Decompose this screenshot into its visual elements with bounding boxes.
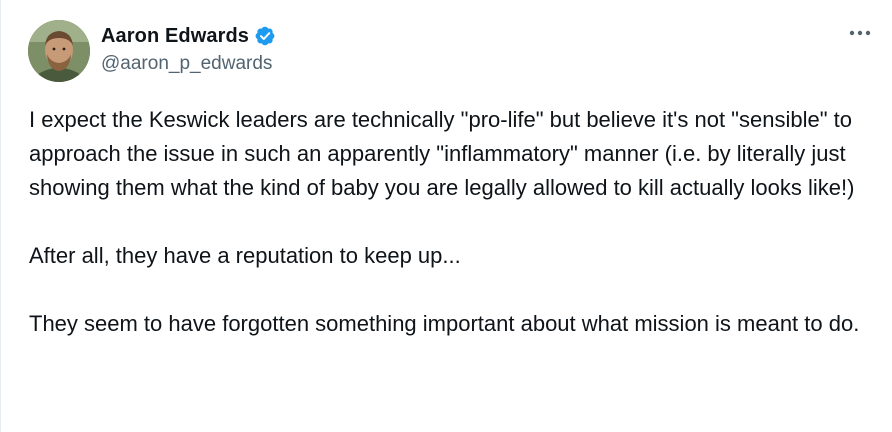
author-display-name[interactable]: Aaron Edwards bbox=[101, 25, 249, 48]
tweet-text: I expect the Keswick leaders are technic… bbox=[29, 103, 884, 341]
tweet-card: Aaron Edwards @aaron_p_edwards I expect … bbox=[0, 0, 892, 432]
avatar-image bbox=[28, 20, 90, 82]
author-handle[interactable]: @aaron_p_edwards bbox=[101, 53, 272, 75]
tweet-paragraph: They seem to have forgotten something im… bbox=[29, 311, 860, 336]
more-options-button[interactable] bbox=[846, 22, 874, 44]
verified-badge-icon[interactable] bbox=[254, 25, 276, 47]
more-horizontal-icon bbox=[849, 30, 871, 36]
tweet-paragraph: I expect the Keswick leaders are technic… bbox=[29, 107, 859, 200]
avatar[interactable] bbox=[28, 20, 90, 82]
author-name-row: Aaron Edwards bbox=[101, 23, 276, 49]
tweet-paragraph: After all, they have a reputation to kee… bbox=[29, 243, 461, 268]
